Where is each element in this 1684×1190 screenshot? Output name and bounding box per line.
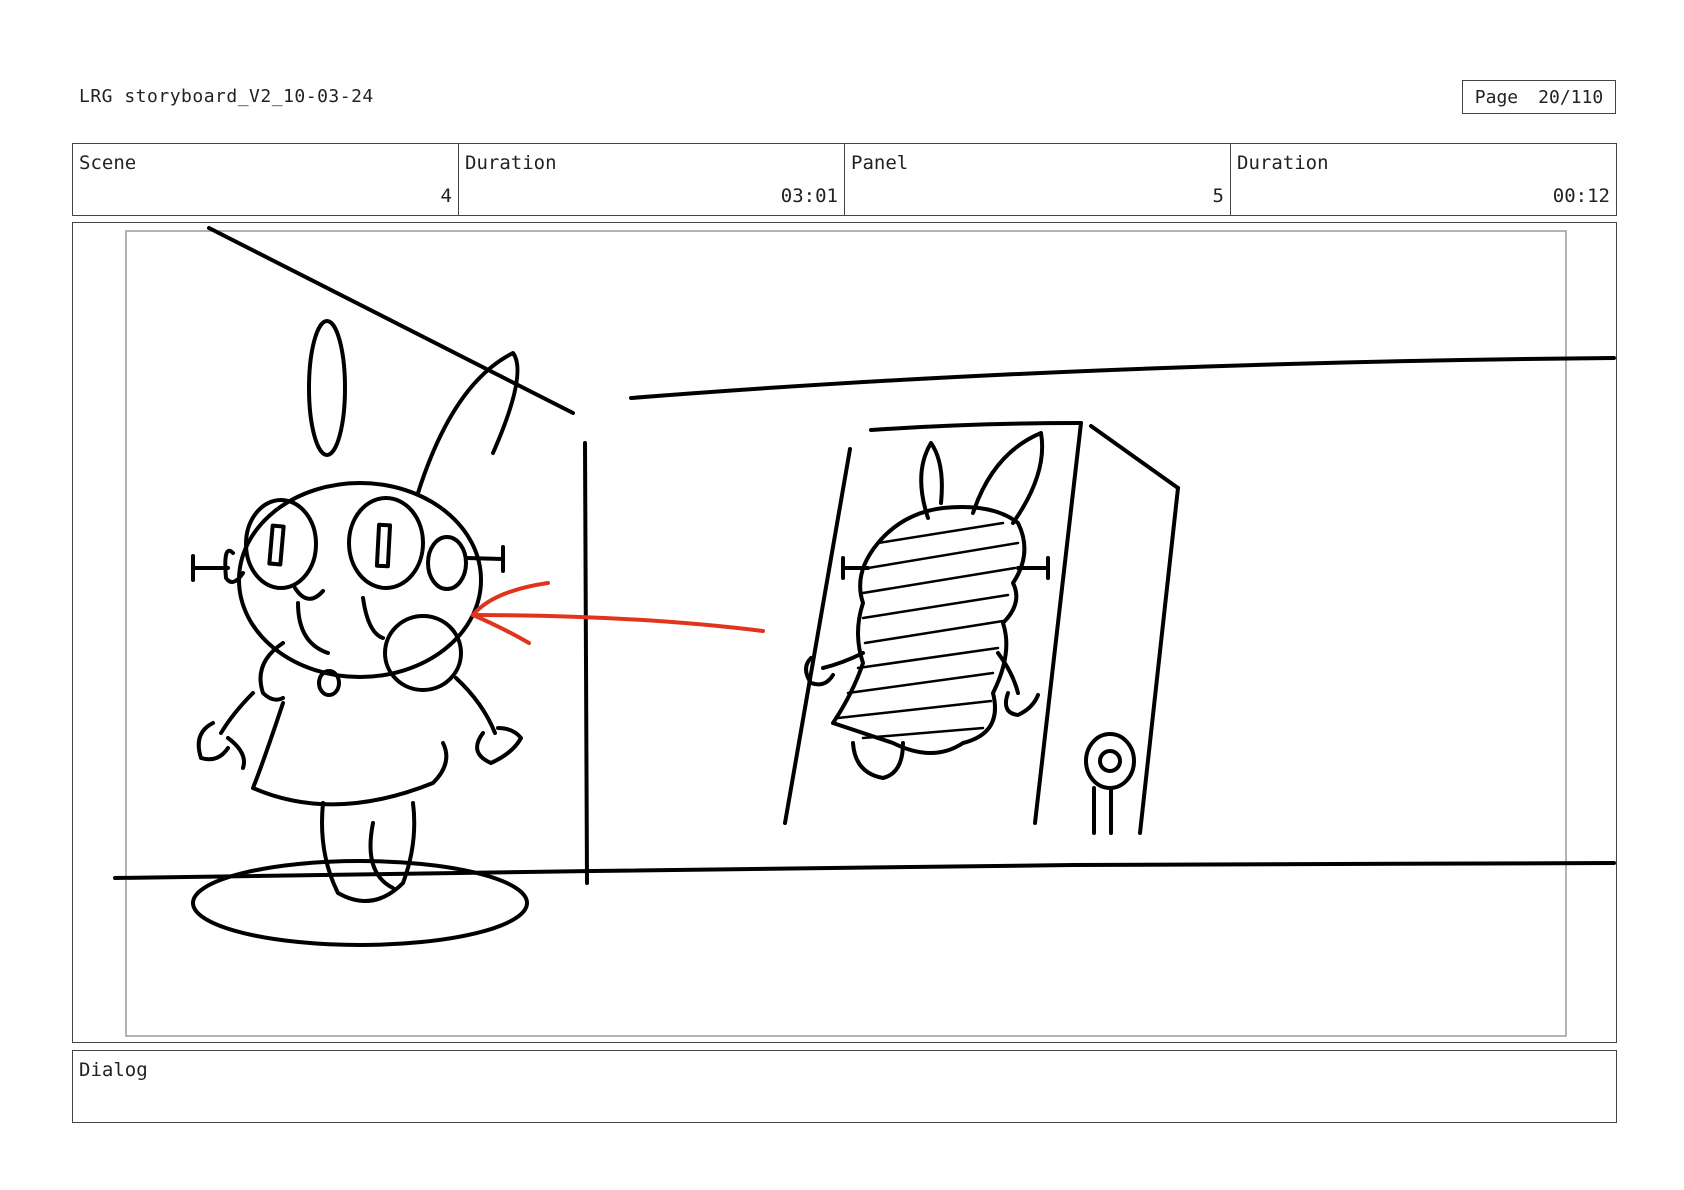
scene-cell: Scene 4 — [73, 144, 459, 215]
page-number: 20/110 — [1538, 86, 1604, 108]
silhouette-board — [783, 421, 1180, 835]
dialog-label: Dialog — [79, 1059, 148, 1081]
shot-info-row: Scene 4 Duration 03:01 Panel 5 Duration … — [72, 143, 1617, 216]
panel-value: 5 — [1212, 185, 1224, 207]
panel-label: Panel — [851, 152, 909, 174]
wall-top-line — [629, 356, 1616, 400]
panel-cell: Panel 5 — [845, 144, 1231, 215]
floor-line — [113, 861, 1616, 880]
robot-bunny-character — [191, 319, 523, 903]
panel-duration-label: Duration — [1237, 152, 1329, 174]
page-label: Page — [1474, 86, 1519, 108]
dialog-box: Dialog — [72, 1050, 1617, 1123]
red-direction-arrow — [469, 581, 765, 645]
storyboard-panel — [72, 222, 1617, 1043]
silhouette-hatching — [836, 521, 1020, 740]
panel-duration-value: 00:12 — [1552, 185, 1610, 207]
wall-corner-line — [583, 441, 589, 885]
ceiling-line — [207, 226, 575, 415]
panel-duration-cell: Duration 00:12 — [1231, 144, 1616, 215]
panel-sketch — [113, 226, 1616, 1037]
page-indicator: Page 20/110 — [1462, 80, 1616, 114]
scene-duration-value: 03:01 — [780, 185, 838, 207]
scene-duration-label: Duration — [465, 152, 557, 174]
scene-value: 4 — [440, 185, 452, 207]
scene-label: Scene — [79, 152, 137, 174]
file-title: LRG storyboard_V2_10-03-24 — [79, 86, 374, 107]
scene-duration-cell: Duration 03:01 — [459, 144, 845, 215]
